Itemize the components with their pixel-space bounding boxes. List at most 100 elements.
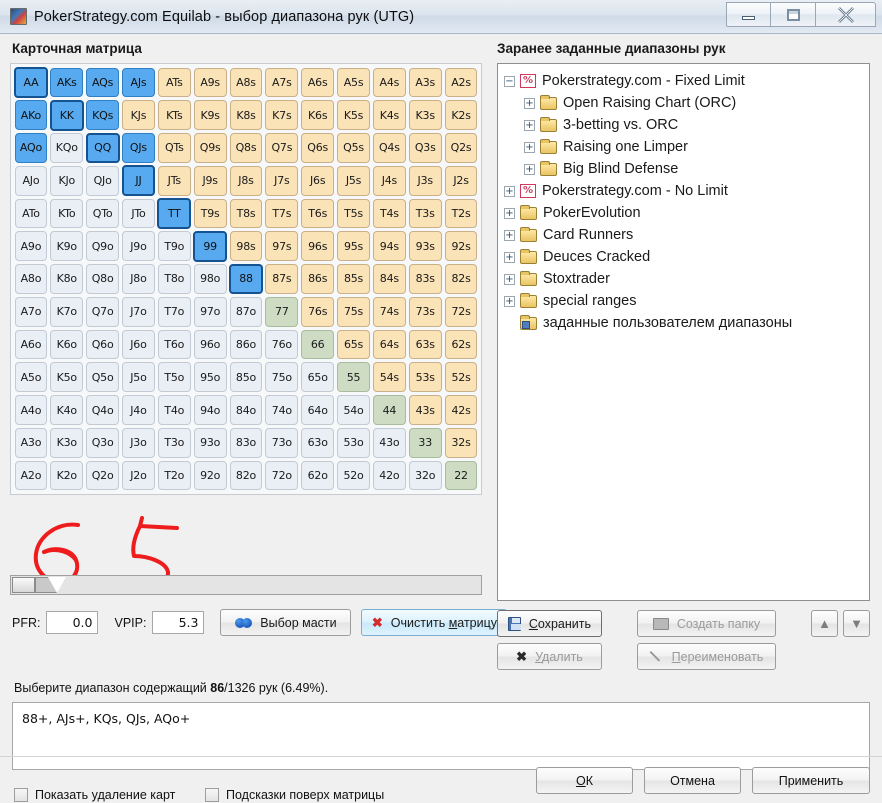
matrix-cell-Q4s[interactable]: Q4s [372, 133, 406, 163]
range-text-input[interactable]: 88+, AJs+, KQs, QJs, AQo+ [12, 702, 870, 770]
matrix-cell-62s[interactable]: 62s [444, 329, 478, 360]
matrix-cell-85s[interactable]: 85s [337, 264, 370, 294]
matrix-cell-92s[interactable]: 92s [444, 231, 478, 262]
matrix-cell-J3o[interactable]: J3o [122, 427, 155, 458]
matrix-cell-K4o[interactable]: K4o [50, 395, 84, 425]
matrix-cell-82s[interactable]: 82s [444, 264, 478, 294]
expand-icon[interactable]: + [504, 273, 515, 285]
expand-icon[interactable]: + [504, 251, 515, 263]
matrix-cell-J2s[interactable]: J2s [444, 165, 478, 196]
matrix-cell-K7o[interactable]: K7o [50, 296, 84, 327]
matrix-cell-Q2o[interactable]: Q2o [86, 460, 120, 491]
matrix-cell-J7s[interactable]: J7s [265, 165, 299, 196]
slider-thumb-left[interactable] [12, 577, 35, 593]
matrix-cell-ATs[interactable]: ATs [157, 67, 191, 98]
matrix-cell-54o[interactable]: 54o [337, 395, 370, 425]
suit-select-button[interactable]: Выбор масти [220, 609, 352, 636]
matrix-cell-32s[interactable]: 32s [444, 427, 478, 458]
matrix-cell-53o[interactable]: 53o [337, 427, 370, 458]
matrix-cell-32o[interactable]: 32o [408, 460, 442, 491]
matrix-cell-Q5s[interactable]: Q5s [337, 133, 370, 163]
tree-node-8[interactable]: + Deuces Cracked [504, 246, 869, 268]
matrix-cell-A7s[interactable]: A7s [265, 67, 299, 98]
matrix-cell-K9s[interactable]: K9s [193, 100, 227, 131]
matrix-cell-QJo[interactable]: QJo [86, 165, 120, 196]
matrix-cell-J8o[interactable]: J8o [122, 264, 155, 294]
matrix-cell-55[interactable]: 55 [337, 362, 370, 393]
checkbox-icon[interactable] [14, 788, 28, 802]
matrix-cell-94o[interactable]: 94o [193, 395, 227, 425]
matrix-cell-AJo[interactable]: AJo [14, 165, 48, 196]
matrix-cell-A3s[interactable]: A3s [408, 67, 442, 98]
tree-node-11[interactable]: заданные пользователем диапазоны [504, 312, 869, 334]
matrix-cell-88[interactable]: 88 [229, 263, 263, 295]
card-matrix[interactable]: AA AKs AQs AJs ATs A9s A8s A7s A6s A5s A4s A3s A2s AK… [10, 63, 482, 495]
matrix-cell-96o[interactable]: 96o [193, 329, 227, 360]
matrix-cell-77[interactable]: 77 [265, 296, 299, 327]
matrix-cell-Q4o[interactable]: Q4o [86, 395, 120, 425]
matrix-cell-T4o[interactable]: T4o [157, 395, 191, 425]
tree-node-5[interactable]: +% Pokerstrategy.com - No Limit [504, 180, 869, 202]
matrix-cell-AQo[interactable]: AQo [14, 133, 48, 163]
save-button[interactable]: Сохранить [497, 610, 602, 637]
matrix-cell-AKs[interactable]: AKs [50, 67, 84, 98]
matrix-cell-A6o[interactable]: A6o [14, 329, 48, 360]
matrix-cell-42s[interactable]: 42s [444, 395, 478, 425]
clear-matrix-button[interactable]: ✖ Очистить матрицу [361, 609, 508, 636]
matrix-cell-Q8s[interactable]: Q8s [229, 133, 263, 163]
matrix-cell-43o[interactable]: 43o [372, 427, 406, 458]
pfr-value[interactable]: 0.0 [46, 611, 99, 634]
matrix-cell-T6s[interactable]: T6s [301, 198, 335, 229]
matrix-cell-86s[interactable]: 86s [301, 264, 335, 294]
matrix-cell-76s[interactable]: 76s [301, 296, 335, 327]
expand-icon[interactable]: + [504, 185, 515, 197]
matrix-cell-75o[interactable]: 75o [265, 362, 299, 393]
matrix-cell-93s[interactable]: 93s [408, 231, 442, 262]
matrix-cell-K3o[interactable]: K3o [50, 427, 84, 458]
matrix-cell-Q3o[interactable]: Q3o [86, 427, 120, 458]
matrix-cell-82o[interactable]: 82o [229, 460, 263, 491]
matrix-cell-T3o[interactable]: T3o [157, 427, 191, 458]
matrix-cell-K8o[interactable]: K8o [50, 264, 84, 294]
matrix-cell-66[interactable]: 66 [301, 329, 335, 360]
matrix-cell-99[interactable]: 99 [193, 230, 228, 262]
matrix-cell-K6o[interactable]: K6o [50, 329, 84, 360]
matrix-cell-A9s[interactable]: A9s [193, 67, 227, 98]
matrix-cell-JTs[interactable]: JTs [157, 165, 191, 196]
matrix-cell-97s[interactable]: 97s [265, 231, 299, 262]
matrix-cell-95s[interactable]: 95s [337, 231, 370, 262]
matrix-cell-AA[interactable]: AA [14, 67, 48, 98]
maximize-button[interactable] [771, 2, 816, 27]
matrix-cell-75s[interactable]: 75s [337, 296, 370, 327]
matrix-cell-A2s[interactable]: A2s [444, 67, 478, 98]
matrix-cell-K3s[interactable]: K3s [408, 100, 442, 131]
matrix-cell-93o[interactable]: 93o [193, 427, 227, 458]
matrix-cell-A8s[interactable]: A8s [229, 67, 263, 98]
matrix-cell-Q9s[interactable]: Q9s [193, 133, 227, 163]
minimize-button[interactable] [726, 2, 771, 27]
tree-node-3[interactable]: + Raising one Limper [504, 136, 869, 158]
matrix-cell-Q7s[interactable]: Q7s [265, 133, 299, 163]
matrix-cell-52o[interactable]: 52o [337, 460, 370, 491]
matrix-cell-K7s[interactable]: K7s [265, 100, 299, 131]
matrix-cell-64o[interactable]: 64o [301, 395, 335, 425]
matrix-cell-K4s[interactable]: K4s [372, 100, 406, 131]
checkbox-show-card-removal[interactable]: Показать удаление карт [14, 788, 175, 802]
move-up-button[interactable]: ▲ [811, 610, 838, 637]
matrix-cell-83o[interactable]: 83o [229, 427, 263, 458]
matrix-cell-J6o[interactable]: J6o [122, 329, 155, 360]
matrix-cell-94s[interactable]: 94s [372, 231, 406, 262]
matrix-cell-A9o[interactable]: A9o [14, 231, 48, 262]
matrix-cell-QTs[interactable]: QTs [157, 133, 191, 163]
expand-icon[interactable]: + [524, 163, 535, 175]
matrix-cell-Q2s[interactable]: Q2s [444, 133, 478, 163]
matrix-cell-AKo[interactable]: AKo [14, 100, 48, 131]
matrix-cell-JTo[interactable]: JTo [122, 198, 155, 229]
matrix-cell-52s[interactable]: 52s [444, 362, 478, 393]
matrix-cell-K6s[interactable]: K6s [301, 100, 335, 131]
range-slider[interactable] [10, 575, 482, 595]
matrix-cell-T5s[interactable]: T5s [337, 198, 370, 229]
matrix-cell-KJo[interactable]: KJo [50, 165, 84, 196]
matrix-cell-K2s[interactable]: K2s [444, 100, 478, 131]
tree-node-4[interactable]: + Big Blind Defense [504, 158, 869, 180]
